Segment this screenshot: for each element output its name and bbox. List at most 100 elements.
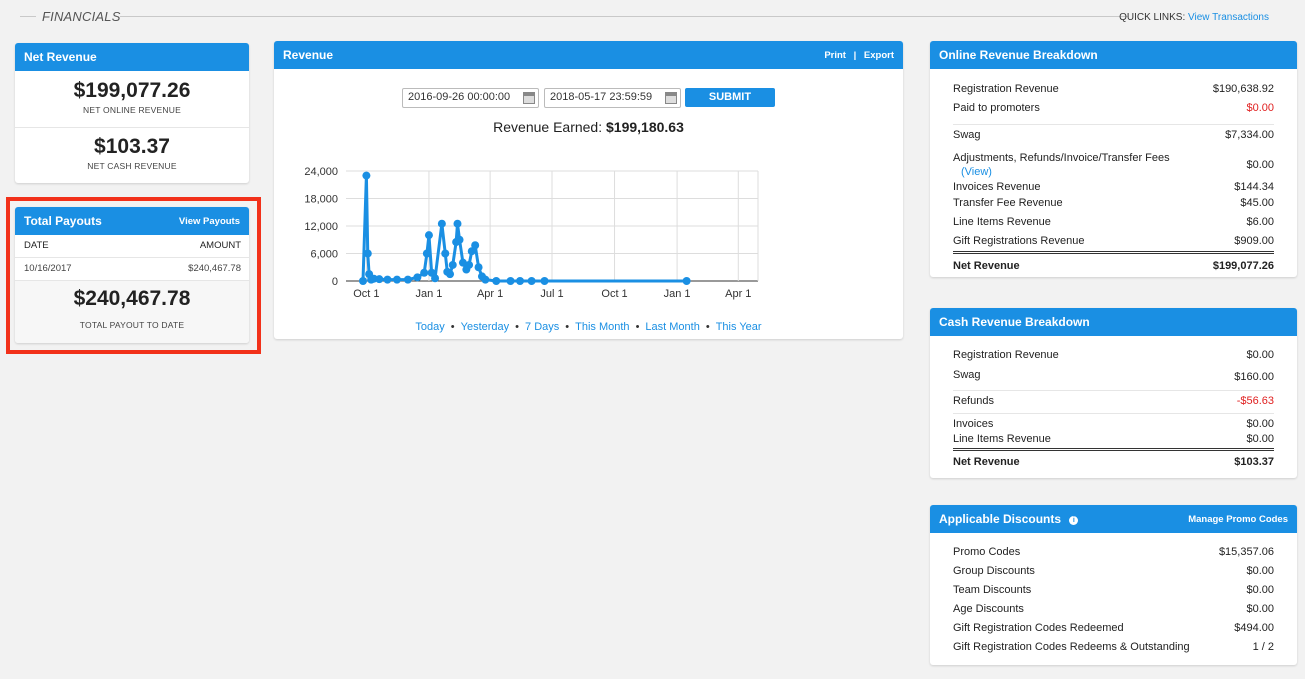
net-cash-revenue-block: $103.37 NET CASH REVENUE — [15, 128, 249, 171]
row-value: $0.00 — [1246, 603, 1274, 615]
data-point — [506, 277, 515, 285]
list-item: Group Discounts $0.00 — [953, 565, 1274, 584]
data-point — [413, 273, 422, 282]
info-icon[interactable]: i — [1069, 516, 1079, 525]
x-tick-label: Jul 1 — [540, 288, 563, 300]
export-link[interactable]: Export — [864, 50, 894, 61]
start-date-input[interactable]: 2016-09-26 00:00:00 — [402, 88, 539, 108]
list-item: Invoices Revenue $144.34 — [953, 178, 1274, 197]
list-item: Team Discounts $0.00 — [953, 584, 1274, 603]
row-label: Group Discounts — [953, 565, 1035, 577]
range-link-this-year[interactable]: This Year — [716, 321, 762, 333]
x-tick-label: Oct 1 — [353, 288, 379, 300]
manage-promo-codes-link[interactable]: Manage Promo Codes — [1188, 514, 1288, 525]
link-separator: | — [853, 49, 857, 61]
row-label-group: Adjustments, Refunds/Invoice/Transfer Fe… — [953, 151, 1170, 179]
row-label: Line Items Revenue — [953, 216, 1051, 228]
online-revenue-rows: Registration Revenue $190,638.92 Paid to … — [930, 69, 1297, 276]
row-value: $0.00 — [1246, 584, 1274, 596]
row-label: Gift Registrations Revenue — [953, 235, 1085, 247]
row-label: Invoices — [953, 418, 994, 430]
data-point — [441, 249, 450, 258]
data-point — [358, 277, 367, 285]
data-point — [471, 241, 480, 250]
row-label: Adjustments, Refunds/Invoice/Transfer Fe… — [953, 152, 1170, 164]
range-separator: • — [705, 321, 710, 333]
cash-revenue-card: Cash Revenue Breakdown Registration Reve… — [930, 308, 1297, 478]
y-tick-label: 24,000 — [304, 166, 338, 178]
net-revenue-card: Net Revenue $199,077.26 NET ONLINE REVEN… — [15, 43, 249, 183]
row-label: Team Discounts — [953, 584, 1032, 596]
total-label: Net Revenue — [953, 456, 1020, 468]
quick-links: QUICK LINKS: View Transactions — [1119, 12, 1269, 23]
data-point — [516, 277, 525, 285]
total-label: Net Revenue — [953, 260, 1020, 272]
row-value: $0.00 — [1246, 102, 1274, 114]
row-value: -$56.63 — [1236, 395, 1274, 407]
range-link-today[interactable]: Today — [415, 321, 444, 333]
net-revenue-total-row: Net Revenue $103.37 — [953, 451, 1274, 473]
date-range-links: Today • Yesterday • 7 Days • This Month • Last M… — [274, 321, 903, 333]
list-item: Adjustments, Refunds/Invoice/Transfer Fe… — [953, 144, 1274, 178]
list-item: Swag $160.00 — [953, 369, 1274, 391]
cash-revenue-rows: Registration Revenue $0.00 Swag $160.00 Re… — [930, 336, 1297, 473]
row-value: $494.00 — [1234, 622, 1274, 634]
list-item: Swag $7,334.00 — [953, 125, 1274, 144]
revenue-title: Revenue — [283, 48, 334, 62]
range-link-this-month[interactable]: This Month — [575, 321, 629, 333]
row-label: Swag — [953, 129, 981, 141]
net-cash-revenue-value: $103.37 — [94, 135, 170, 158]
range-link-yesterday[interactable]: Yesterday — [461, 321, 510, 333]
view-transactions-link[interactable]: View Transactions — [1188, 12, 1269, 23]
x-tick-label: Jan 1 — [415, 288, 442, 300]
end-date-input[interactable]: 2018-05-17 23:59:59 — [544, 88, 681, 108]
cash-revenue-header: Cash Revenue Breakdown — [930, 308, 1297, 336]
range-link-7-days[interactable]: 7 Days — [525, 321, 559, 333]
data-point — [540, 277, 549, 285]
net-online-revenue-label: NET ONLINE REVENUE — [83, 105, 181, 115]
row-value: $15,357.06 — [1218, 546, 1274, 558]
y-tick-label: 12,000 — [304, 221, 338, 233]
row-value: $144.34 — [1234, 181, 1274, 193]
row-value: $0.00 — [1246, 565, 1274, 577]
y-tick-label: 18,000 — [304, 194, 338, 206]
start-date-value: 2016-09-26 00:00:00 — [408, 91, 511, 103]
row-value: $0.00 — [1246, 418, 1274, 430]
data-point — [431, 274, 440, 283]
row-label: Promo Codes — [953, 546, 1021, 558]
data-point — [422, 249, 431, 258]
row-value: 1 / 2 — [1252, 641, 1274, 653]
list-item: Transfer Fee Revenue $45.00 — [953, 197, 1274, 216]
calendar-icon[interactable] — [523, 92, 535, 104]
list-item: Gift Registration Codes Redeems & Outsta… — [953, 641, 1274, 660]
row-label: Registration Revenue — [953, 83, 1059, 95]
calendar-icon[interactable] — [665, 92, 677, 104]
revenue-chart: 24,000 18,000 12,000 6,000 0 Oct 1 Jan 1 Apr 1 J… — [304, 166, 759, 300]
row-value: $190,638.92 — [1212, 83, 1274, 95]
page-title: FINANCIALS — [42, 9, 121, 24]
highlight-box — [6, 197, 261, 354]
row-value: $0.00 — [1246, 159, 1274, 171]
x-tick-label: Apr 1 — [725, 288, 751, 300]
revenue-earned-label: Revenue Earned: — [493, 119, 603, 135]
data-point — [492, 277, 501, 285]
row-value: $6.00 — [1246, 216, 1274, 228]
data-point — [375, 275, 384, 284]
row-label: Gift Registration Codes Redeemed — [953, 622, 1124, 634]
data-point — [424, 231, 433, 240]
list-item: Registration Revenue $190,638.92 — [953, 83, 1274, 102]
row-value: $7,334.00 — [1225, 129, 1274, 141]
list-item: Gift Registrations Revenue $909.00 — [953, 235, 1274, 254]
row-label: Gift Registration Codes Redeems & Outsta… — [953, 641, 1190, 653]
net-revenue-total-row: Net Revenue $199,077.26 — [953, 254, 1274, 276]
range-link-last-month[interactable]: Last Month — [645, 321, 699, 333]
print-link[interactable]: Print — [824, 50, 846, 61]
submit-button[interactable]: SUBMIT — [685, 88, 775, 107]
list-item: Invoices $0.00 — [953, 414, 1274, 433]
y-tick-label: 6,000 — [310, 249, 338, 261]
row-label: Paid to promoters — [953, 102, 1040, 114]
view-adjustments-link[interactable]: (View) — [961, 166, 992, 178]
data-point — [527, 277, 536, 285]
list-item: Line Items Revenue $0.00 — [953, 433, 1274, 451]
row-label: Registration Revenue — [953, 349, 1059, 361]
